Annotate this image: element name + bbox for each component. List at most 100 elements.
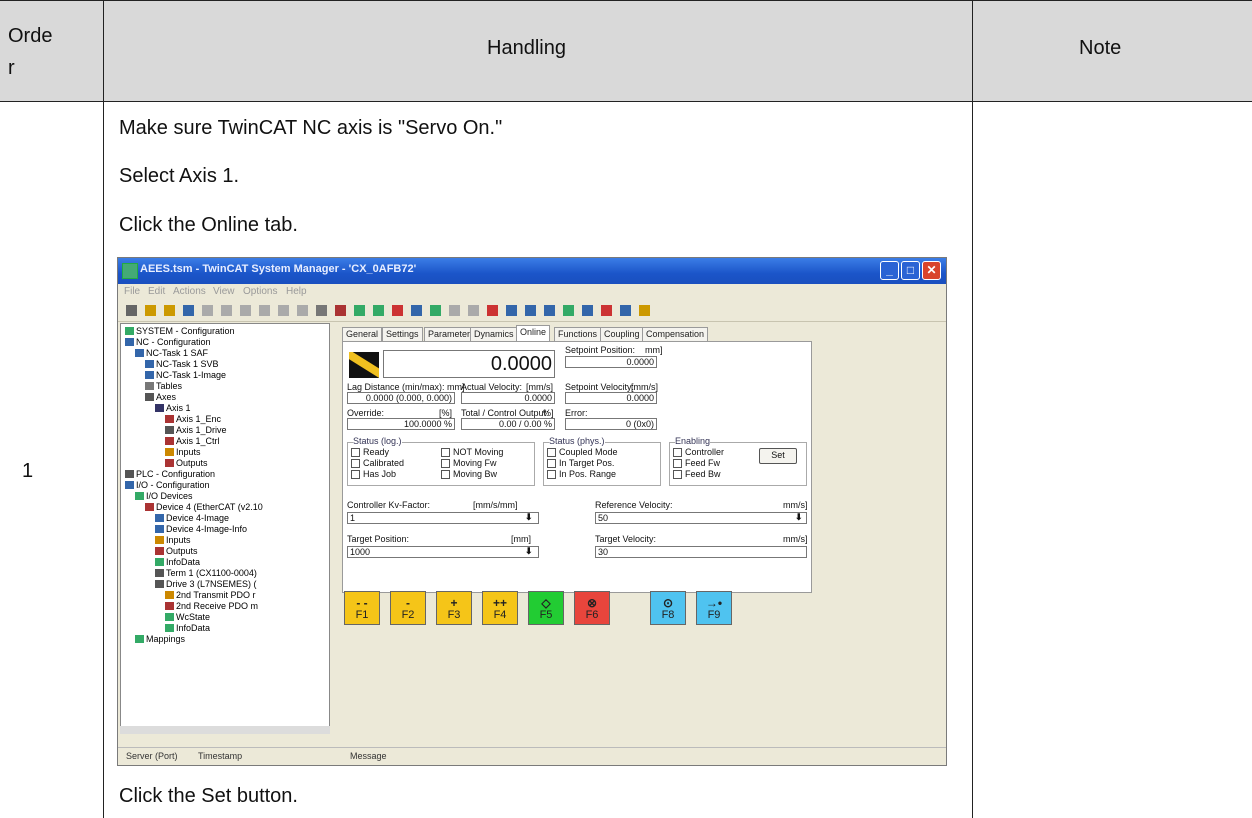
toolbar-icon[interactable] bbox=[259, 305, 270, 316]
tree-item[interactable]: I/O Devices bbox=[135, 491, 193, 501]
tree-item[interactable]: SYSTEM - Configuration bbox=[125, 326, 235, 336]
toolbar-icon[interactable] bbox=[392, 305, 403, 316]
tree-item[interactable]: PLC - Configuration bbox=[125, 469, 215, 479]
tree-item[interactable]: Device 4-Image bbox=[155, 513, 229, 523]
function-key-f3[interactable]: + F3 bbox=[436, 591, 472, 625]
in-target-pos-checkbox bbox=[547, 459, 556, 468]
tree-item[interactable]: I/O - Configuration bbox=[125, 480, 210, 490]
tab-coupling[interactable]: Coupling bbox=[600, 327, 644, 341]
menu-file[interactable]: File bbox=[124, 286, 140, 297]
menu-options[interactable]: Options bbox=[243, 286, 277, 297]
tree-item[interactable]: InfoData bbox=[155, 557, 200, 567]
toolbar-icon[interactable] bbox=[430, 305, 441, 316]
toolbar-icon[interactable] bbox=[240, 305, 251, 316]
toolbar-icon[interactable] bbox=[202, 305, 213, 316]
toolbar-icon[interactable] bbox=[544, 305, 555, 316]
tree-item[interactable]: Term 1 (CX1100-0004) bbox=[155, 568, 257, 578]
tab-parameter[interactable]: Parameter bbox=[424, 327, 475, 341]
ref-velocity-input[interactable]: 50 bbox=[595, 512, 807, 524]
tree-item[interactable]: Device 4-Image-Info bbox=[155, 524, 247, 534]
tree-item[interactable]: Inputs bbox=[155, 535, 191, 545]
function-key-symbol: →• bbox=[705, 596, 723, 610]
toolbar-icon[interactable] bbox=[164, 305, 175, 316]
function-key-f9[interactable]: →• F9 bbox=[696, 591, 732, 625]
tab-general[interactable]: General bbox=[342, 327, 383, 341]
toolbar-icon[interactable] bbox=[278, 305, 289, 316]
tree-item[interactable]: Axis 1_Drive bbox=[165, 425, 227, 435]
toolbar-icon[interactable] bbox=[335, 305, 346, 316]
function-key-f5[interactable]: ◇ F5 bbox=[528, 591, 564, 625]
tree-item[interactable]: Axis 1 bbox=[155, 403, 191, 413]
toolbar-icon[interactable] bbox=[582, 305, 593, 316]
function-key-f6[interactable]: ⊗ F6 bbox=[574, 591, 610, 625]
tree-item[interactable]: NC-Task 1-Image bbox=[145, 370, 226, 380]
target-position-input[interactable]: 1000 bbox=[347, 546, 539, 558]
ref-velocity-down-arrow[interactable]: ⬇ bbox=[795, 512, 803, 523]
tree-item[interactable]: NC - Configuration bbox=[125, 337, 211, 347]
tree-item[interactable]: Outputs bbox=[165, 458, 208, 468]
tree-item[interactable]: 2nd Transmit PDO r bbox=[165, 590, 256, 600]
function-key-f1[interactable]: - - F1 bbox=[344, 591, 380, 625]
kv-down-arrow[interactable]: ⬇ bbox=[525, 512, 533, 523]
tree-item[interactable]: Tables bbox=[145, 381, 182, 391]
menu-bar: File Edit Actions View Options Help bbox=[118, 284, 946, 301]
tab-online[interactable]: Online bbox=[516, 325, 551, 342]
toolbar-icon[interactable] bbox=[563, 305, 574, 316]
toolbar-icon[interactable] bbox=[183, 305, 194, 316]
close-button[interactable]: ✕ bbox=[922, 261, 941, 280]
function-key-f4[interactable]: ++ F4 bbox=[482, 591, 518, 625]
menu-actions[interactable]: Actions bbox=[173, 286, 206, 297]
tab-dynamics[interactable]: Dynamics bbox=[470, 327, 518, 341]
toolbar-icon[interactable] bbox=[126, 305, 137, 316]
tree-item[interactable]: NC-Task 1 SAF bbox=[135, 348, 208, 358]
target-position-down-arrow[interactable]: ⬇ bbox=[525, 546, 533, 557]
tree-item[interactable]: Axis 1_Enc bbox=[165, 414, 221, 424]
tab-functions[interactable]: Functions bbox=[554, 327, 602, 341]
tree-node-icon bbox=[165, 437, 174, 445]
function-key-f2[interactable]: - F2 bbox=[390, 591, 426, 625]
tree-item[interactable]: Mappings bbox=[135, 634, 185, 644]
toolbar-icon[interactable] bbox=[506, 305, 517, 316]
toolbar-icon[interactable] bbox=[316, 305, 327, 316]
tree-item[interactable]: NC-Task 1 SVB bbox=[145, 359, 219, 369]
toolbar-icon[interactable] bbox=[354, 305, 365, 316]
toolbar-icon[interactable] bbox=[639, 305, 650, 316]
toolbar-icon[interactable] bbox=[468, 305, 479, 316]
tree-node-icon bbox=[155, 558, 164, 566]
tree-item[interactable]: InfoData bbox=[165, 623, 210, 633]
tree-item[interactable]: Drive 3 (L7NSEMES) ( bbox=[155, 579, 257, 589]
toolbar-icon[interactable] bbox=[297, 305, 308, 316]
menu-edit[interactable]: Edit bbox=[148, 286, 165, 297]
tree-item[interactable]: 2nd Receive PDO m bbox=[165, 601, 258, 611]
configuration-tree[interactable]: SYSTEM - Configuration NC - Configuration… bbox=[120, 323, 330, 733]
toolbar-icon[interactable] bbox=[525, 305, 536, 316]
tree-item[interactable]: Axes bbox=[145, 392, 176, 402]
tree-item[interactable]: Outputs bbox=[155, 546, 198, 556]
toolbar-icon[interactable] bbox=[221, 305, 232, 316]
target-velocity-input[interactable]: 30 bbox=[595, 546, 807, 558]
toolbar-icon[interactable] bbox=[411, 305, 422, 316]
function-key-f8[interactable]: ⊙ F8 bbox=[650, 591, 686, 625]
maximize-button[interactable]: □ bbox=[901, 261, 920, 280]
kv-factor-input[interactable]: 1 bbox=[347, 512, 539, 524]
set-button[interactable]: Set bbox=[759, 448, 797, 464]
tree-item[interactable]: Axis 1_Ctrl bbox=[165, 436, 220, 446]
toolbar-icon[interactable] bbox=[449, 305, 460, 316]
menu-help[interactable]: Help bbox=[286, 286, 307, 297]
table-header-divider bbox=[0, 101, 1252, 102]
menu-view[interactable]: View bbox=[213, 286, 235, 297]
tree-scrollbar[interactable] bbox=[120, 726, 330, 734]
function-key-symbol: + bbox=[450, 596, 458, 610]
toolbar-icon[interactable] bbox=[373, 305, 384, 316]
tree-item[interactable]: Inputs bbox=[165, 447, 201, 457]
toolbar-icon[interactable] bbox=[487, 305, 498, 316]
tree-item[interactable]: WcState bbox=[165, 612, 210, 622]
tree-item[interactable]: Device 4 (EtherCAT (v2.10 bbox=[145, 502, 263, 512]
toolbar-icon[interactable] bbox=[620, 305, 631, 316]
toolbar-icon[interactable] bbox=[145, 305, 156, 316]
tab-compensation[interactable]: Compensation bbox=[642, 327, 709, 341]
tab-settings[interactable]: Settings bbox=[382, 327, 423, 341]
calibrated-label: Calibrated bbox=[363, 458, 405, 468]
toolbar-icon[interactable] bbox=[601, 305, 612, 316]
minimize-button[interactable]: _ bbox=[880, 261, 899, 280]
